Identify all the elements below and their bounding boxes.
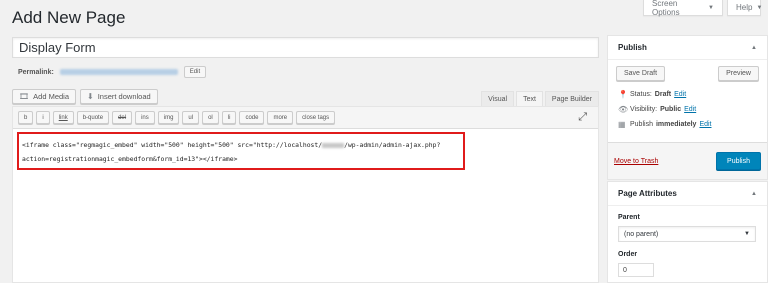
text-editor: b i link b-quote del ins img ul ol li co… — [12, 106, 599, 283]
publish-minor-actions: Save Draft Preview — [608, 60, 767, 87]
publish-misc: 📍 Status: Draft Edit 👁 Visibility: Publi… — [608, 87, 767, 132]
permalink-url[interactable] — [59, 69, 178, 75]
schedule-edit-link[interactable]: Edit — [699, 121, 711, 128]
tab-visual[interactable]: Visual — [481, 91, 515, 106]
publish-title: Publish — [618, 43, 647, 52]
save-draft-button[interactable]: Save Draft — [616, 66, 666, 81]
redacted-path — [322, 142, 345, 148]
page-attributes-metabox: Page Attributes ▲ Parent (no parent) ▼ O… — [607, 181, 768, 283]
screen-options-label: Screen Options — [652, 0, 680, 17]
collapse-arrow-icon[interactable]: ▲ — [751, 191, 757, 197]
pin-icon: 📍 — [618, 90, 628, 99]
parent-select[interactable]: (no parent) ▼ — [618, 226, 756, 242]
download-icon: ⬇ — [87, 92, 94, 101]
status-label: Status: — [630, 91, 652, 98]
move-to-trash-link[interactable]: Move to Trash — [614, 158, 658, 165]
parent-selected-value: (no parent) — [624, 230, 659, 238]
code-line-2: action=registrationmagic_embedform&form_… — [22, 155, 238, 163]
media-icon: 🎞 — [19, 92, 30, 101]
media-buttons: 🎞 Add Media ⬇ Insert download — [12, 89, 158, 104]
quicktags-toolbar: b i link b-quote del ins img ul ol li co… — [13, 107, 598, 129]
status-edit-link[interactable]: Edit — [674, 91, 686, 98]
chevron-down-icon: ▼ — [744, 231, 750, 237]
page-title: Add New Page — [12, 8, 126, 27]
publish-header[interactable]: Publish ▲ — [608, 36, 767, 60]
tab-page-builder[interactable]: Page Builder — [544, 91, 599, 106]
parent-label: Parent — [618, 214, 640, 221]
eye-icon: 👁 — [618, 105, 629, 114]
qt-del-button[interactable]: del — [112, 111, 133, 124]
visibility-edit-link[interactable]: Edit — [684, 106, 696, 113]
qt-img-button[interactable]: img — [157, 111, 180, 124]
schedule-row: ▦ Publish immediately Edit — [618, 117, 757, 132]
add-media-button[interactable]: 🎞 Add Media — [12, 89, 77, 104]
visibility-value: Public — [660, 106, 682, 113]
qt-code-button[interactable]: code — [239, 111, 265, 124]
qt-more-button[interactable]: more — [267, 111, 294, 124]
editor-content-textarea[interactable]: <iframe class="regmagic_embed" width="50… — [17, 132, 465, 170]
caret-down-icon: ▼ — [756, 4, 763, 11]
qt-blockquote-button[interactable]: b-quote — [76, 111, 110, 124]
qt-ul-button[interactable]: ul — [182, 111, 200, 124]
status-value: Draft — [654, 91, 672, 98]
insert-download-label: Insert download — [97, 92, 151, 101]
tab-text[interactable]: Text — [516, 91, 543, 106]
publish-button[interactable]: Publish — [716, 152, 761, 170]
code-line-1a: <iframe class="regmagic_embed" width="50… — [22, 141, 323, 149]
schedule-value: immediately — [655, 121, 697, 128]
code-line-1b: /wp-admin/admin-ajax.php? — [344, 141, 441, 149]
add-media-label: Add Media — [33, 92, 70, 101]
page-attributes-header[interactable]: Page Attributes ▲ — [608, 182, 767, 206]
permalink-edit-button[interactable]: Edit — [183, 66, 207, 78]
schedule-label: Publish — [630, 121, 653, 128]
order-input[interactable]: 0 — [618, 263, 654, 277]
permalink-label: Permalink: — [18, 68, 54, 76]
screen-options-tab[interactable]: Screen Options ▼ — [643, 0, 723, 17]
permalink-row: Permalink: Edit — [18, 66, 207, 78]
calendar-icon: ▦ — [618, 120, 626, 129]
qt-bold-button[interactable]: b — [18, 111, 34, 124]
fullscreen-expand-icon[interactable]: ⤢ — [578, 111, 587, 124]
qt-li-button[interactable]: li — [221, 111, 237, 124]
page-attributes-body: Parent (no parent) ▼ Order 0 — [608, 206, 767, 283]
insert-download-button[interactable]: ⬇ Insert download — [80, 89, 158, 104]
preview-button[interactable]: Preview — [718, 66, 759, 81]
help-label: Help — [736, 3, 753, 12]
collapse-arrow-icon[interactable]: ▲ — [751, 45, 757, 51]
post-title-input[interactable]: Display Form — [12, 37, 599, 58]
visibility-label: Visibility: — [630, 106, 658, 113]
order-label: Order — [618, 251, 638, 258]
help-tab[interactable]: Help ▼ — [727, 0, 763, 16]
qt-link-button[interactable]: link — [52, 111, 74, 124]
caret-down-icon: ▼ — [708, 4, 714, 11]
status-row: 📍 Status: Draft Edit — [618, 87, 757, 102]
qt-ins-button[interactable]: ins — [135, 111, 155, 124]
publish-major-actions: Move to Trash Publish — [608, 142, 767, 179]
visibility-row: 👁 Visibility: Public Edit — [618, 102, 757, 117]
page-attributes-title: Page Attributes — [618, 189, 677, 198]
editor-tabs: Visual Text Page Builder — [481, 91, 599, 106]
qt-italic-button[interactable]: i — [36, 111, 50, 124]
qt-close-tags-button[interactable]: close tags — [296, 111, 336, 124]
qt-ol-button[interactable]: ol — [202, 111, 219, 124]
publish-metabox: Publish ▲ Save Draft Preview 📍 Status: D… — [607, 35, 768, 180]
